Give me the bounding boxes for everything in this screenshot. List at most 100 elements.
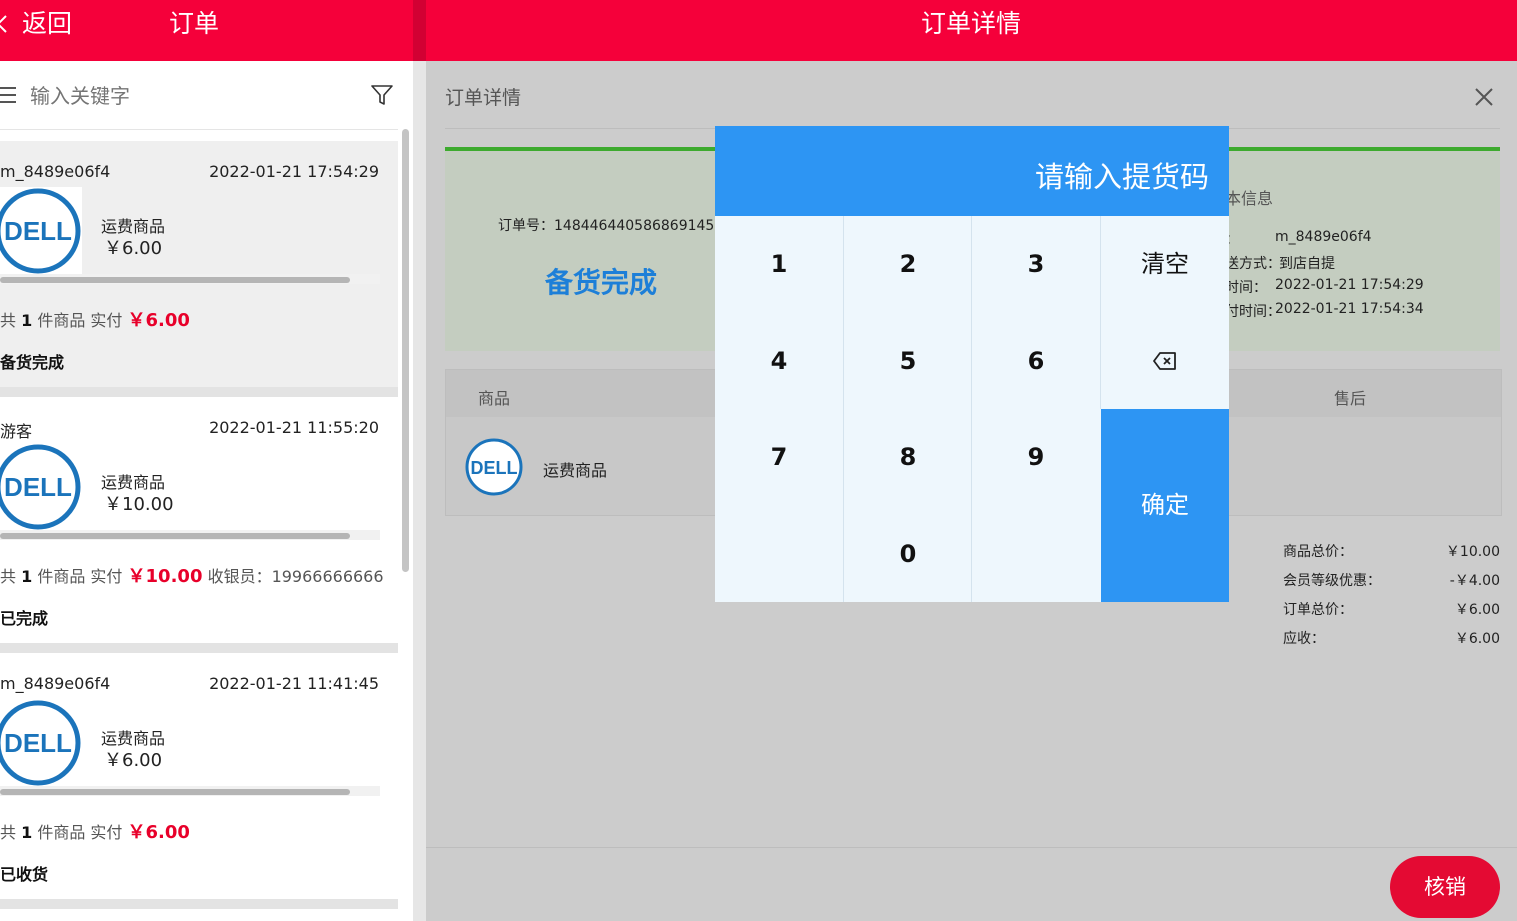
keypad-column-divider [843, 216, 844, 602]
dell-logo-icon: DELL [0, 444, 81, 530]
key-0[interactable]: 0 [844, 506, 972, 602]
right-header: 订单详情 [426, 0, 1517, 61]
total-label: 订单总价： [1283, 602, 1353, 618]
order-summary: 共 1 件商品 实付 ￥6.00 [0, 822, 190, 843]
back-button[interactable]: 返回 [0, 0, 90, 48]
item-count: 1 [21, 823, 33, 842]
svg-text:DELL: DELL [471, 458, 518, 478]
key-9[interactable]: 9 [972, 409, 1100, 505]
total-label: 会员等级优惠： [1283, 573, 1381, 589]
total-label: 应收： [1283, 631, 1325, 647]
order-status: 已收货 [0, 865, 49, 884]
order-user: m_8489e06f4 [0, 674, 111, 693]
key-3[interactable]: 3 [972, 216, 1100, 312]
order-card[interactable]: 游客 2022-01-21 11:55:20 DELL 运费商品 ￥10.00 … [0, 397, 398, 643]
filter-icon[interactable] [371, 84, 393, 106]
order-status: 已完成 [0, 609, 49, 628]
close-icon[interactable] [1474, 87, 1494, 107]
total-label: 商品总价： [1283, 544, 1353, 560]
search-input[interactable] [28, 81, 352, 111]
info-title: 本信息 [1225, 189, 1274, 208]
panel-divider [413, 61, 426, 921]
col-aftersale: 售后 [1334, 389, 1367, 408]
total-value: ￥6.00 [1454, 631, 1500, 647]
order-time: 2022-01-21 11:55:20 [209, 418, 379, 437]
left-header: 返回 订单 [0, 0, 413, 61]
order-time: 2022-01-21 11:41:45 [209, 674, 379, 693]
verify-button[interactable]: 核销 [1390, 856, 1500, 918]
dell-logo-icon: DELL [0, 188, 81, 274]
keypad-header: 请输入提货码 [715, 126, 1229, 216]
total-value: ￥6.00 [1454, 602, 1500, 618]
info-value: 2022-01-21 17:54:29 [1275, 277, 1424, 293]
total-value: -￥4.00 [1449, 573, 1500, 589]
paid-amount: ￥6.00 [127, 310, 190, 331]
product-price: ￥10.00 [104, 494, 174, 515]
card-separator [0, 643, 398, 653]
key-1[interactable]: 1 [715, 216, 843, 312]
key-7[interactable]: 7 [715, 409, 843, 505]
total-value: ￥10.00 [1445, 544, 1500, 560]
chevron-left-icon [0, 15, 7, 33]
svg-text:DELL: DELL [4, 216, 72, 246]
order-card[interactable]: m_8489e06f4 2022-01-21 11:41:45 DELL 运费商… [0, 653, 398, 899]
svg-text:DELL: DELL [4, 472, 72, 502]
product-price: ￥6.00 [104, 238, 163, 259]
list-icon[interactable] [0, 85, 18, 105]
svg-text:DELL: DELL [4, 728, 72, 758]
order-number: 订单号：1484464405868691458 [498, 218, 724, 234]
image-scroll-thumb[interactable] [0, 277, 350, 283]
goods-row-name: 运费商品 [543, 461, 608, 480]
order-summary: 共 1 件商品 实付 ￥10.00 收银员：19966666666 [0, 566, 384, 587]
order-card[interactable]: m_8489e06f4 2022-01-21 17:54:29 DELL 运费商… [0, 141, 398, 387]
key-2[interactable]: 2 [844, 216, 972, 312]
left-title: 订单 [169, 9, 220, 38]
order-status: 备货完成 [0, 353, 65, 372]
order-user: m_8489e06f4 [0, 162, 111, 181]
col-goods: 商品 [478, 389, 511, 408]
order-detail-status: 备货完成 [545, 266, 658, 299]
key-8[interactable]: 8 [844, 409, 972, 505]
info-label: 送方式： [1225, 256, 1281, 272]
item-count: 1 [21, 567, 33, 586]
header-divider [413, 0, 426, 61]
image-scroll-thumb[interactable] [0, 533, 350, 539]
info-value: m_8489e06f4 [1275, 229, 1372, 245]
order-summary: 共 1 件商品 实付 ￥6.00 [0, 310, 190, 331]
product-image: DELL [0, 443, 82, 531]
order-list-panel: m_8489e06f4 2022-01-21 17:54:29 DELL 运费商… [0, 61, 413, 921]
cashier: 收银员：19966666666 [207, 567, 384, 586]
dell-logo-icon: DELL [465, 438, 523, 496]
back-label: 返回 [22, 9, 73, 38]
search-bar [0, 61, 413, 130]
list-scrollbar-thumb[interactable] [402, 129, 409, 572]
order-user: 游客 [0, 422, 33, 441]
product-image: DELL [0, 187, 82, 275]
card-separator [0, 899, 398, 909]
footer-divider [426, 847, 1517, 848]
card-separator [0, 387, 398, 397]
key-4[interactable]: 4 [715, 313, 843, 409]
product-image: DELL [0, 699, 82, 787]
product-price: ￥6.00 [104, 750, 163, 771]
item-count: 1 [21, 311, 33, 330]
key-6[interactable]: 6 [972, 313, 1100, 409]
keypad-column-divider [1100, 216, 1101, 409]
order-time: 2022-01-21 17:54:29 [209, 162, 379, 181]
info-label: 时间： [1225, 280, 1267, 296]
confirm-button[interactable]: 确定 [1101, 409, 1229, 602]
keypad-title: 请输入提货码 [1034, 160, 1209, 194]
pickup-code-keypad: 请输入提货码 1 2 3 清空 4 5 6 7 8 9 确定 0 [715, 126, 1229, 602]
dell-logo-icon: DELL [0, 700, 81, 786]
info-value: 2022-01-21 17:54:34 [1275, 301, 1424, 317]
image-scroll-thumb[interactable] [0, 789, 350, 795]
right-title: 订单详情 [921, 9, 1022, 38]
clear-button[interactable]: 清空 [1101, 216, 1229, 312]
paid-amount: ￥10.00 [127, 566, 203, 587]
backspace-icon [1153, 352, 1176, 370]
info-value: 到店自提 [1279, 256, 1335, 272]
paid-amount: ￥6.00 [127, 822, 190, 843]
detail-heading: 订单详情 [445, 87, 522, 109]
backspace-button[interactable] [1101, 313, 1229, 409]
key-5[interactable]: 5 [844, 313, 972, 409]
